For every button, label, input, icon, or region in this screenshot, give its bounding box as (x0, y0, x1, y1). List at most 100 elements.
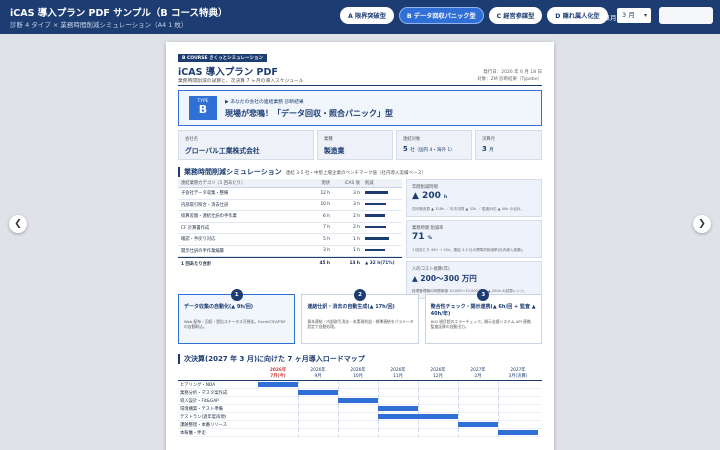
diagnosis-result: 現場が悲鳴！「データ回収・照合パニック」型 (225, 109, 393, 118)
gantt-header: 2026年 7月(今) 2026年 9月 2026年 10月 2026年 11月 2026年 12… (178, 367, 542, 381)
gantt-task-name: 業務分析・マスタ案作成 (180, 390, 228, 396)
pdf-download-button[interactable] (659, 7, 713, 24)
info-value: グローバル工業株式会社 (185, 147, 260, 155)
gantt-track (258, 396, 538, 405)
kpi-panel: 年間削減時間 ▲ 200 h 四半期決算 ▲ 128h ／ 年次決算 ▲ 32h… (406, 179, 542, 302)
gantt-bar (378, 414, 458, 419)
table-row: 開示仕訳の手作業編纂 3 h 1 h (178, 246, 402, 257)
row-name: 確認・手戻り対応 (181, 237, 216, 243)
gantt-month: 2027年 2月 (470, 368, 486, 379)
step-card: 1 データ収集の自動化(▲ 9h/回) Web 配布・回収・提出ステータス可視化… (178, 289, 296, 344)
diagnosis-caption: ▶ あなたの会社の連結業務 診断結果 (225, 100, 304, 105)
table-total-row: 1 回あたり合計 45 h 13 h ▲ 32 h(71%) (178, 257, 402, 269)
row-current: 3 h (323, 248, 330, 254)
gantt-bar (458, 422, 498, 427)
tab-type-b[interactable]: B データ回収パニック型 (398, 7, 484, 24)
month-select-label: 決算月 (597, 14, 617, 22)
kpi-annual-hours: 年間削減時間 ▲ 200 h 四半期決算 ▲ 128h ／ 年次決算 ▲ 32h… (406, 179, 542, 217)
gantt-task-name: 課題整理・本番リリース (180, 422, 228, 428)
chevron-left-icon: ❮ (14, 219, 22, 229)
info-fiscal-month: 決算月 3 月 (475, 130, 542, 160)
row-after: 2 h (353, 225, 360, 231)
gantt-track (258, 388, 538, 397)
type-badge: TYPE B (189, 96, 217, 120)
doc-title: iCAS 導入プラン PDF (178, 67, 278, 78)
next-page-button[interactable]: ❯ (693, 215, 711, 233)
info-value: 3 月 (482, 145, 494, 153)
row-current: 5 h (323, 236, 330, 242)
info-label: 業種 (324, 137, 333, 142)
divider (178, 85, 542, 86)
table-row: 子会社データ収集・整備 12 h 3 h (178, 188, 402, 200)
tab-type-a[interactable]: A 限界突破型 (340, 7, 394, 24)
course-tag: B COURSE さくっとシミュレーション (178, 54, 267, 62)
row-reduction (360, 214, 402, 219)
tab-type-c[interactable]: C 経営参謀型 (488, 7, 543, 24)
info-value: 5 社（国内 4・海外 1） (403, 145, 455, 153)
gantt-month: 2026年 10月 (350, 368, 366, 379)
row-current: 10 h (320, 202, 330, 208)
info-label: 連結対象 (403, 137, 421, 142)
row-current: 7 h (323, 225, 330, 231)
app-title: iCAS 導入プラン PDF サンプル（B コース特典） (10, 8, 228, 19)
row-current: 12 h (320, 190, 330, 196)
gantt-task-name: 環境構築・テスト準備 (180, 406, 223, 412)
doc-meta-date: 発行日：2026 年 6 月 18 日 (483, 70, 542, 75)
table-row: CF 計算書作成 7 h 2 h (178, 223, 402, 234)
row-after: 3 h (353, 202, 360, 208)
gantt-task-name: テストラン(過年度再現) (180, 414, 227, 420)
info-label: 会社名 (185, 137, 198, 142)
roadmap-heading: 次決算(2027 年 3 月)に向けた 7 ヶ月導入ロードマップ (178, 354, 365, 364)
reduction-bar (365, 237, 389, 240)
app-subtitle: 診断 4 タイプ × 業務時間削減シミュレーション（A4 1 枚） (10, 21, 188, 29)
simulation-table: 連結業務カテゴリ（1 回あたり） 現状 iCAS 後 削減 子会社データ収集・整… (178, 179, 402, 269)
info-label: 決算月 (482, 137, 495, 142)
info-value: 製造業 (324, 147, 345, 155)
gantt-track (258, 404, 538, 413)
gantt-bar (378, 406, 418, 411)
gantt-month: 2026年 11月 (390, 368, 406, 379)
doc-meta: 発行日：2026 年 6 月 18 日 対象：ZM 診断結果（Typebe） (477, 70, 542, 83)
simulation-heading: 業務時間削減シミュレーション 連結 3-5 社・中堅上場企業のベンチマーク値（社内… (178, 167, 426, 177)
reduction-bar (365, 248, 386, 251)
table-header: 連結業務カテゴリ（1 回あたり） 現状 iCAS 後 削減 (178, 179, 402, 188)
step-card: 3 整合性チェック・開示連携(▲ 6h/回 + 監査 ▲ 40h/年) 600 … (424, 289, 542, 344)
row-name: 開示仕訳の手作業編纂 (181, 248, 224, 254)
gantt-bar (338, 398, 378, 403)
gantt-track (258, 412, 538, 421)
row-name: 子会社データ収集・整備 (181, 191, 229, 197)
type-tabs: A 限界突破型 B データ回収パニック型 C 経営参謀型 D 隠れ属人化型 (340, 7, 608, 24)
reduction-bar (365, 191, 388, 194)
gantt-row: 本稼働・伴走 (178, 428, 542, 437)
doc-meta-target: 対象：ZM 診断結果（Typebe） (477, 76, 542, 82)
kpi-reduction-rate: 業務時間 削減率 71 % 1 回あたり 45h → 13h。連結 3-5 社の… (406, 220, 542, 258)
row-reduction (360, 225, 402, 230)
gantt-task-name: ヒアリング・NDA (180, 382, 216, 388)
doc-subtitle: 業務時間削減の試算と、次決算 7 ヶ月の導入スケジュール (178, 79, 304, 84)
gantt-task-name: 本稼働・伴走 (180, 430, 206, 436)
pdf-page: B COURSE さくっとシミュレーション iCAS 導入プラン PDF 業務時… (166, 42, 554, 450)
diagnosis-banner: TYPE B ▶ あなたの会社の連結業務 診断結果 現場が悲鳴！「データ回収・照… (178, 90, 542, 126)
row-reduction (360, 237, 402, 242)
gantt-task-name: 導入設計・Fit&GAP (180, 398, 219, 404)
row-current: 6 h (323, 213, 330, 219)
gantt-bar (298, 390, 338, 395)
table-row: 内部取引照合・消去仕訳 10 h 3 h (178, 200, 402, 211)
info-industry: 業種 製造業 (317, 130, 393, 160)
gantt-bar (258, 382, 298, 387)
table-row: 換算差額・連結仕訳の手作業 6 h 2 h (178, 211, 402, 223)
row-name: 内部取引照合・消去仕訳 (181, 202, 229, 208)
company-info: 会社名 グローバル工業株式会社 業種 製造業 連結対象 5 社（国内 4・海外 … (178, 130, 542, 160)
type-badge-letter: B (198, 103, 208, 116)
info-company: 会社名 グローバル工業株式会社 (178, 130, 314, 160)
row-after: 1 h (353, 236, 360, 242)
row-after: 1 h (353, 248, 360, 254)
row-reduction (360, 191, 402, 196)
prev-page-button[interactable]: ❮ (9, 215, 27, 233)
row-name: 換算差額・連結仕訳の手作業 (181, 214, 237, 220)
gantt-month: 2027年 3月(決算) (508, 368, 528, 379)
chevron-down-icon: ▾ (643, 12, 647, 19)
simulation-note: 連結 3-5 社・中堅上場企業のベンチマーク値（社内導入実績ベース） (285, 171, 427, 176)
month-select[interactable]: 3 月 ▾ (617, 8, 651, 23)
step-card: 2 連結仕訳・消去の自動生成(▲ 17h/回) 資本連結・内部取引消去・未実現利… (301, 289, 419, 344)
